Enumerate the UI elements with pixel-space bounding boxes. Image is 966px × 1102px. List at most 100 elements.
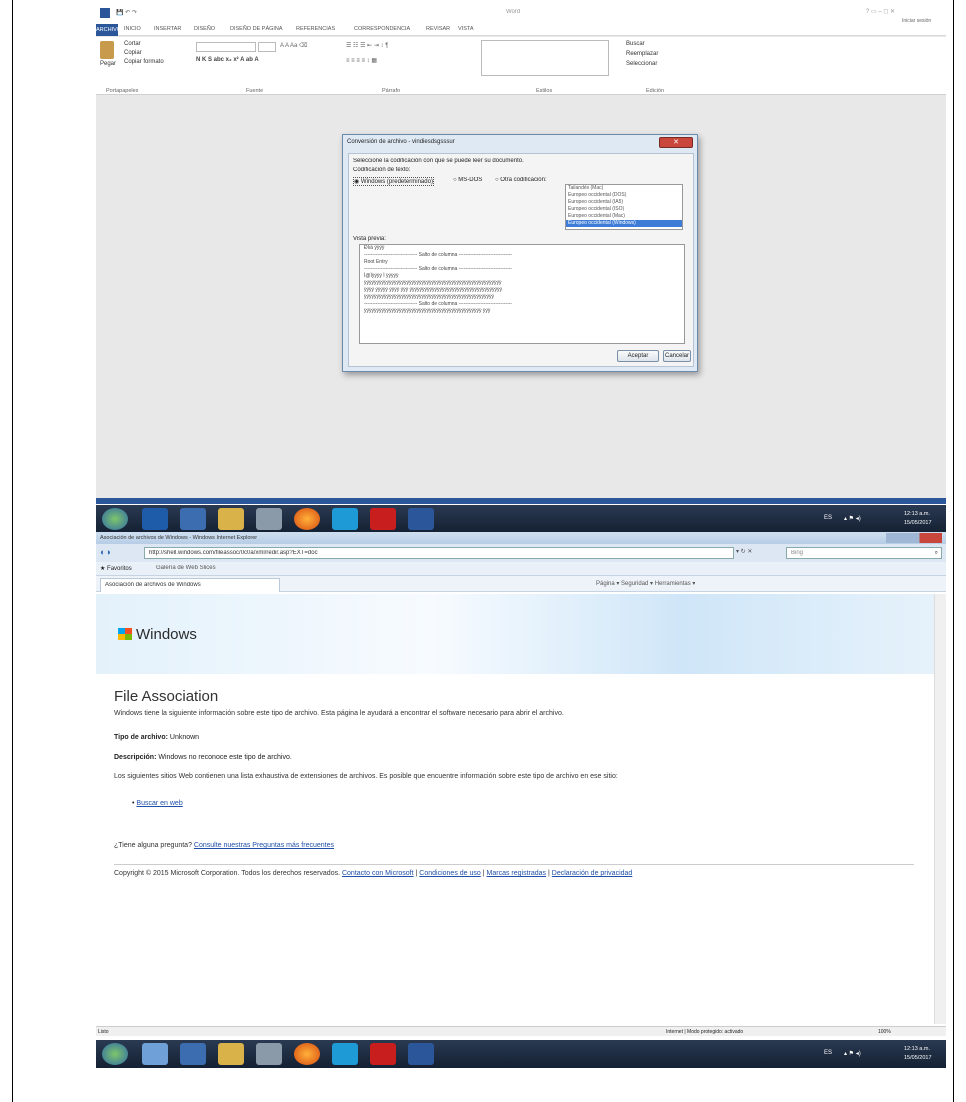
preview-line: ÿÿÿÿÿÿÿÿÿÿÿÿÿÿÿÿÿÿÿÿÿÿÿÿÿÿÿÿÿÿÿÿÿÿÿÿÿÿÿÿ… [364, 294, 494, 300]
tray-date[interactable]: 15/05/2017 [904, 1055, 932, 1061]
tab-correspondencia[interactable]: CORRESPONDENCIA [354, 26, 410, 32]
radio-windows[interactable]: ◉ Windows (predeterminado) [353, 177, 434, 186]
accept-button[interactable]: Aceptar [617, 350, 659, 362]
list-item[interactable]: Tailandés (Mac) [566, 185, 682, 192]
group-estilos: Estilos [536, 88, 553, 94]
tab-label: Asociación de archivos de Windows [105, 582, 201, 588]
footer-link-privacy[interactable]: Declaración de privacidad [552, 870, 633, 877]
refresh-stop-icon[interactable]: ▾ ↻ ✕ [736, 548, 752, 555]
word-icon[interactable] [408, 1043, 434, 1065]
address-url[interactable]: http://shell.windows.com/fileassoc/0c0a/… [149, 550, 318, 556]
radio-other-label: Otra codificación: [500, 177, 547, 183]
tab-file-association[interactable]: Asociación de archivos de Windows [100, 578, 280, 592]
preview-line: Ì@Ìÿÿÿÿ Ì ÿÿÿÿÿ [364, 273, 399, 279]
list-item[interactable]: Europeo occidental (Mac) [566, 213, 682, 220]
group-portapapeles: Portapapeles [106, 88, 139, 94]
skype-icon[interactable] [332, 1043, 358, 1065]
tray-date[interactable]: 15/05/2017 [904, 520, 932, 526]
acrobat-icon[interactable] [370, 508, 396, 530]
command-bar[interactable]: Página ▾ Seguridad ▾ Herramientas ▾ [596, 580, 695, 587]
tray-icons[interactable]: ▴ ⚑ ◂) [844, 1050, 861, 1057]
media-icon[interactable] [180, 1043, 206, 1065]
select-button[interactable]: Seleccionar [626, 61, 657, 67]
back-forward-icon[interactable]: ◐◑ [100, 547, 111, 557]
ie-icon[interactable] [142, 508, 168, 530]
tray-lang[interactable]: ES [824, 1050, 832, 1056]
word-icon[interactable] [408, 508, 434, 530]
tab-diseno-pagina[interactable]: DISEÑO DE PÁGINA [230, 26, 283, 32]
dialog-close-button[interactable]: ✕ [659, 137, 693, 148]
list-item[interactable]: Europeo occidental (ISO) [566, 206, 682, 213]
tab-inicio[interactable]: INICIO [124, 26, 141, 32]
paste-button[interactable]: Pegar [100, 61, 116, 67]
radio-other-encoding[interactable]: ○ Otra codificación: [495, 177, 547, 183]
search-icon[interactable]: ⌕ [935, 550, 938, 557]
radio-msdos[interactable]: ○ MS-DOS [453, 177, 482, 183]
tab-revisar[interactable]: REVISAR [426, 26, 450, 32]
window-controls[interactable]: ? ▭ – ◻ ✕ [866, 8, 895, 15]
quick-access-icon[interactable]: 💾 ↶ ↷ [116, 9, 137, 16]
fav-slice-item[interactable]: Galería de Web Slices [156, 565, 216, 571]
skype-icon[interactable] [332, 508, 358, 530]
intro-text: Windows tiene la siguiente información s… [114, 710, 564, 717]
security-zone[interactable]: Internet | Modo protegido: activado [666, 1029, 743, 1035]
encoding-list[interactable]: Tailandés (Mac) Europeo occidental (DOS)… [565, 184, 683, 230]
start-button-icon[interactable] [102, 1043, 128, 1065]
favorites-button[interactable]: ★ Favoritos [100, 565, 132, 572]
list-item[interactable]: Europeo occidental (IA5) [566, 199, 682, 206]
footer-link-terms[interactable]: Condiciones de uso [419, 870, 481, 877]
group-fuente: Fuente [246, 88, 264, 94]
font-size-icons[interactable]: A A Aa ⌫ [280, 42, 308, 49]
list-item[interactable]: Europeo occidental (DOS) [566, 192, 682, 199]
paragraph-align-icons[interactable]: ≡ ≡ ≡ ≡ ↕ ▦ [346, 57, 377, 64]
start-button-icon[interactable] [102, 508, 128, 530]
firefox-icon[interactable] [294, 508, 320, 530]
tools-icon[interactable] [256, 508, 282, 530]
tab-vista[interactable]: VISTA [458, 26, 474, 32]
tray-icons[interactable]: ▴ ⚑ ◂) [844, 515, 861, 522]
page-scrollbar[interactable] [934, 594, 946, 1024]
explorer-icon[interactable] [218, 1043, 244, 1065]
zoom-level[interactable]: 100% [878, 1029, 891, 1035]
replace-button[interactable]: Reemplazar [626, 51, 658, 57]
footer-link-trademarks[interactable]: Marcas registradas [487, 870, 547, 877]
media-icon[interactable] [180, 508, 206, 530]
acrobat-icon[interactable] [370, 1043, 396, 1065]
file-type-row: Tipo de archivo: Unknown [114, 734, 199, 741]
tab-referencias[interactable]: REFERENCIAS [296, 26, 335, 32]
firefox-icon[interactable] [294, 1043, 320, 1065]
address-bar[interactable]: http://shell.windows.com/fileassoc/0c0a/… [144, 547, 734, 559]
search-box[interactable]: Bing ⌕ [786, 547, 942, 559]
faq-link[interactable]: Consulte nuestras Preguntas más frecuent… [194, 842, 334, 849]
status-text: Listo [98, 1029, 109, 1035]
tab-archivo[interactable]: ARCHIVO [96, 24, 121, 36]
cut-button[interactable]: Cortar [124, 41, 141, 47]
list-item-selected[interactable]: Europeo occidental (Windows) [566, 220, 682, 227]
tab-diseno[interactable]: DISEÑO [194, 26, 215, 32]
ie-window-controls[interactable] [886, 533, 942, 543]
preview-line: ÿÿÿÿÿÿÿÿÿÿÿÿÿÿÿÿÿÿÿÿÿÿÿÿÿÿÿÿÿÿÿÿÿÿÿÿÿÿÿÿ… [364, 308, 491, 314]
tray-time[interactable]: 12:13 a.m. [904, 511, 930, 517]
format-painter-button[interactable]: Copiar formato [124, 59, 164, 65]
preview-box[interactable]: ÐÏࡱá ÿÿÿÿ ------------------------------… [359, 244, 685, 344]
font-format-icons[interactable]: N K S abc x₂ x² A ab A [196, 57, 259, 63]
tray-lang[interactable]: ES [824, 515, 832, 521]
tools-icon[interactable] [256, 1043, 282, 1065]
find-button[interactable]: Buscar [626, 41, 645, 47]
search-web-link[interactable]: Buscar en web [136, 800, 182, 807]
copy-button[interactable]: Copiar [124, 50, 142, 56]
tab-insertar[interactable]: INSERTAR [154, 26, 181, 32]
cancel-button[interactable]: Cancelar [663, 350, 691, 362]
paragraph-list-icons[interactable]: ☰ ☷ ☰ ⇤ ⇥ ↕ ¶ [346, 42, 388, 49]
font-size-combo[interactable] [258, 42, 276, 52]
font-name-combo[interactable] [196, 42, 256, 52]
tray-time[interactable]: 12:13 a.m. [904, 1046, 930, 1052]
favorites-label: Favoritos [107, 566, 132, 572]
footer-link-contact[interactable]: Contacto con Microsoft [342, 870, 414, 877]
explorer-icon[interactable] [218, 508, 244, 530]
styles-gallery[interactable] [481, 40, 609, 76]
search-placeholder[interactable]: Bing [791, 550, 803, 556]
ie-icon[interactable] [142, 1043, 168, 1065]
paste-icon[interactable] [100, 41, 114, 59]
windows-brand: Windows [136, 626, 197, 643]
